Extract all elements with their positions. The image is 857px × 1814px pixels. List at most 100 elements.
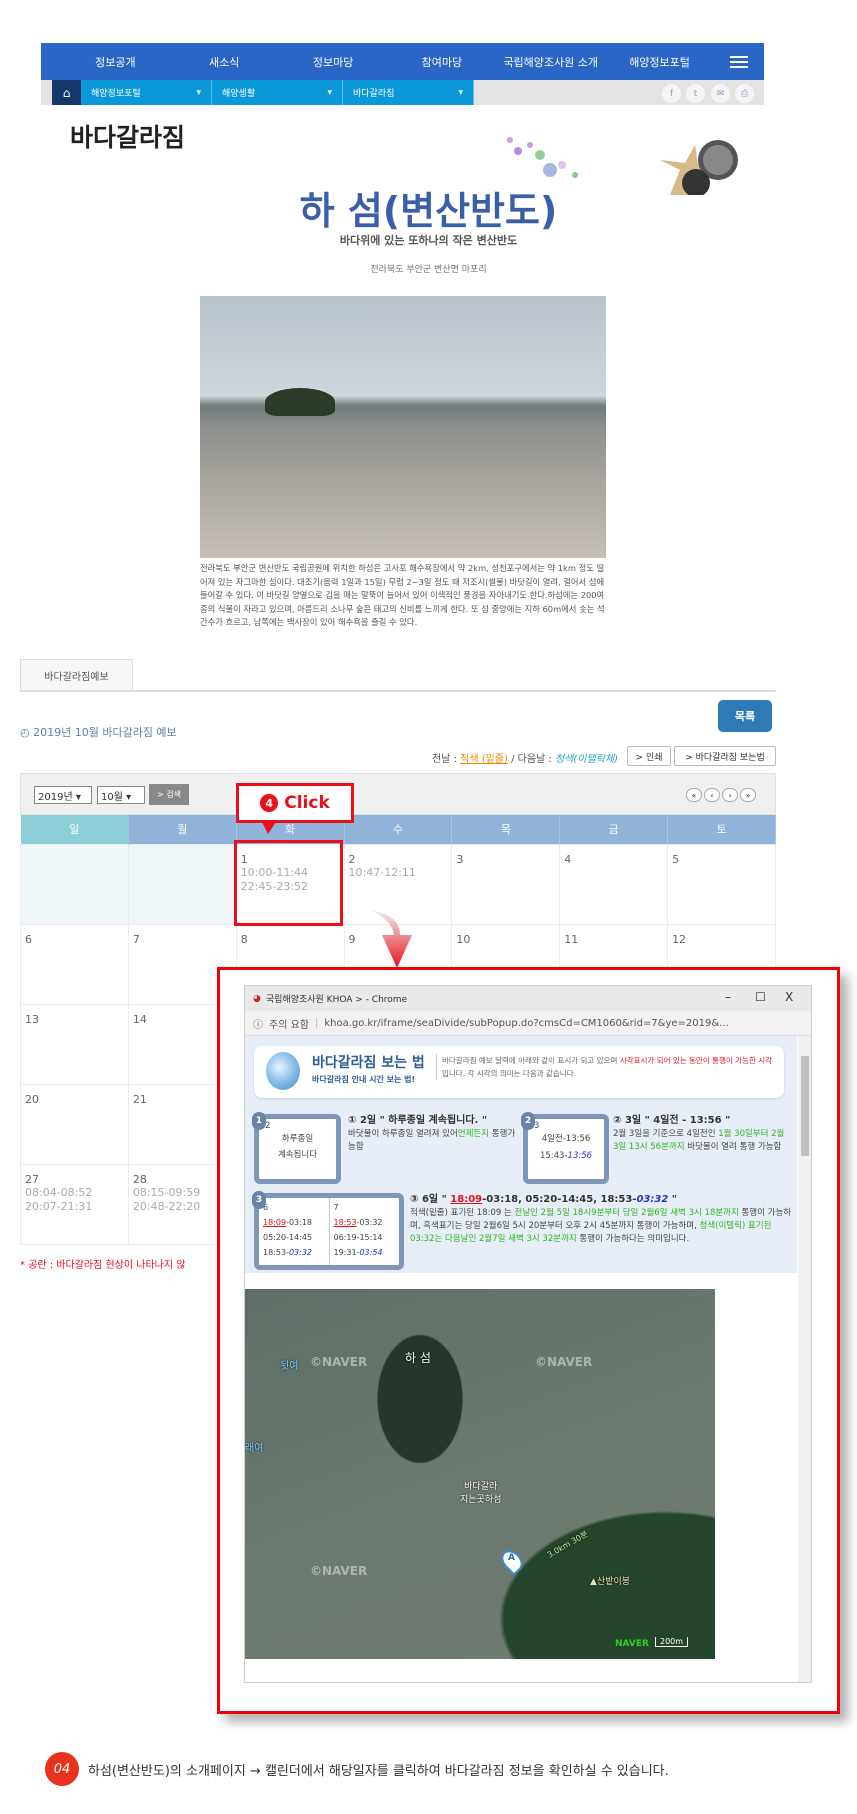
calendar-day[interactable]: 6 [20,923,129,1005]
list-button[interactable]: 목록 [718,700,772,732]
dropdown-label: 해양생활 [222,89,256,99]
address-bar[interactable]: ⓘ 주의 요함 | khoa.go.kr/iframe/seaDivide/subPo… [245,1011,811,1036]
satellite-map[interactable]: 하 섬 뒷여 래여 바다갈라 지는곳하섬 ©NAVER ©NAVER ©NAVE… [245,1289,715,1659]
nav-item[interactable]: 정보마당 [279,54,388,70]
top-nav: 정보공개 새소식 정보마당 참여마당 국립해양조사원 소개 해양정보포털 [41,43,764,80]
legend-next-label: / 다음날 : [507,754,555,765]
parting-time: 08:04-08:52 [25,1185,93,1199]
day-number: 4 [564,852,572,866]
caret-down-icon: ▾ [196,87,201,98]
facebook-icon[interactable]: f [662,84,681,103]
dropdown-portal[interactable]: 해양정보포털 ▾ [81,80,212,105]
caret-down-icon: ▾ [458,87,463,98]
legend-prev-label: 전날 : [431,754,461,765]
calendar-day[interactable]: 13 [20,1003,129,1085]
callout-label: Click [284,793,330,813]
maximize-button[interactable]: ☐ [755,990,766,1004]
howto-button[interactable]: > 바다갈라짐 보는법 [674,746,776,766]
nav-item[interactable]: 참여마당 [387,54,496,70]
search-button[interactable]: > 검색 [149,784,189,805]
print-icon[interactable]: ⎙ [735,84,754,103]
guide-title: 바다갈라짐 보는 법 [312,1055,425,1071]
weekday-header: 수 [344,815,453,844]
home-icon[interactable]: ⌂ [52,80,81,105]
map-scale: 200m [655,1637,689,1647]
mail-icon[interactable]: ✉ [711,84,730,103]
dropdown-seaparting[interactable]: 바다갈라짐 ▾ [343,80,474,105]
map-marker-label: A [508,1553,515,1563]
popup-window: ◕ 국립해양조사원 KHOA > - Chrome – ☐ X ⓘ 주의 요함 | kh… [244,985,812,1683]
click-callout: 4 Click [236,783,354,823]
guide-subtitle: 바다갈라짐 안내 시간 보는 법! [312,1075,416,1084]
minimize-button[interactable]: – [725,990,731,1004]
example-box-3: 3 6 18:09-03:18 05:20-14:45 18:53-03:32 7 18… [252,1191,404,1270]
nav-item[interactable]: 국립해양조사원 소개 [496,54,605,70]
last-page-button[interactable]: » [740,788,756,802]
legend-next-value: 청색(이탤릭체) [554,754,618,765]
window-title: 국립해양조사원 KHOA > - Chrome [265,995,408,1005]
day-number: 20 [25,1092,39,1106]
day-number: 6 [25,932,32,946]
page-title: 바다갈라짐 [70,123,186,152]
year-select[interactable]: 2019년 ▾ [34,786,92,804]
hamburger-icon[interactable] [714,55,764,68]
window-titlebar: ◕ 국립해양조사원 KHOA > - Chrome – ☐ X [245,986,811,1011]
day-number: 11 [564,932,579,946]
twitter-icon[interactable]: t [686,84,705,103]
day-number: 2 [348,852,356,866]
weekday-header: 월 [128,815,237,844]
map-label-island: 하 섬 [405,1351,431,1365]
scrollbar-thumb[interactable] [801,1056,809,1156]
month-select[interactable]: 10월 ▾ [97,786,145,804]
first-page-button[interactable]: « [686,788,702,802]
caption-text: 하섬(변산반도)의 소개페이지 → 캘린더에서 해당일자를 클릭하여 바다갈라짐… [88,1764,669,1779]
step-badge: 04 [45,1752,79,1786]
map-label-peak: ▲산밭이봉 [590,1577,631,1587]
arrow-down-icon [370,910,412,968]
scrollbar[interactable] [798,1036,811,1682]
calendar-day[interactable]: 5 [667,843,776,925]
clock-icon: ◴ [20,726,34,739]
nav-item[interactable]: 해양정보포털 [605,54,714,70]
prev-month-button[interactable]: ‹ [704,788,720,802]
next-month-button[interactable]: › [722,788,738,802]
place-title: 하 섬(변산반도) [299,189,558,233]
calendar-day[interactable]: 3 [451,843,561,925]
tab-forecast[interactable]: 바다갈라짐예보 [20,659,133,691]
legend-prev-value: 적색 (밑줄) [460,754,508,765]
day-number: 10 [456,932,471,946]
calendar-toolbar: 2019년 ▾ 10월 ▾ > 검색 « ‹ › » [20,773,776,815]
day-number: 7 [132,932,140,946]
security-label: 주의 요함 [269,1019,309,1031]
callout-tail [262,822,276,834]
parting-time: 20:07-21:31 [25,1199,93,1213]
calendar-day[interactable]: 20 [20,1083,129,1165]
weekday-header: 목 [451,815,561,844]
close-button[interactable]: X [785,990,793,1004]
weekday-header: 금 [559,815,669,844]
info-icon: ⓘ [253,1019,263,1031]
map-label-crossing: 바다갈라 지는곳하섬 [460,1482,502,1505]
weekday-header: 토 [667,815,776,844]
map-label-rock: 래여 [245,1443,264,1454]
place-subtitle: 바다위에 있는 또하나의 작은 변산반도 [339,234,518,247]
calendar-day[interactable] [127,843,237,925]
nav-item[interactable]: 정보공개 [61,54,170,70]
dropdown-label: 바다갈라짐 [353,89,395,99]
nav-item[interactable]: 새소식 [170,54,279,70]
print-button[interactable]: > 인쇄 [627,746,671,766]
calendar-day[interactable] [20,843,129,925]
guide-description: 바다갈라짐 예보 달력에 아래와 같이 표시가 되고 있으며 시각표시가 되어 … [436,1054,776,1080]
calendar-day[interactable]: 27 08:04-08:52 20:07-21:31 [20,1163,129,1245]
parting-time: 10:47-12:11 [348,865,416,879]
magnifier-icon [266,1052,300,1090]
forecast-title: 2019년 10월 바다갈라짐 예보 [33,726,177,739]
calendar-day[interactable]: 4 [559,843,669,925]
map-watermark: ©NAVER [310,1355,368,1369]
dropdown-life[interactable]: 해양생활 ▾ [212,80,343,105]
dropdown-label: 해양정보포털 [91,89,141,99]
khoa-logo-icon: ◕ [253,993,261,1004]
day-number: 8 [240,932,248,946]
day-number: 3 [456,852,464,866]
caret-down-icon: ▾ [327,87,332,98]
